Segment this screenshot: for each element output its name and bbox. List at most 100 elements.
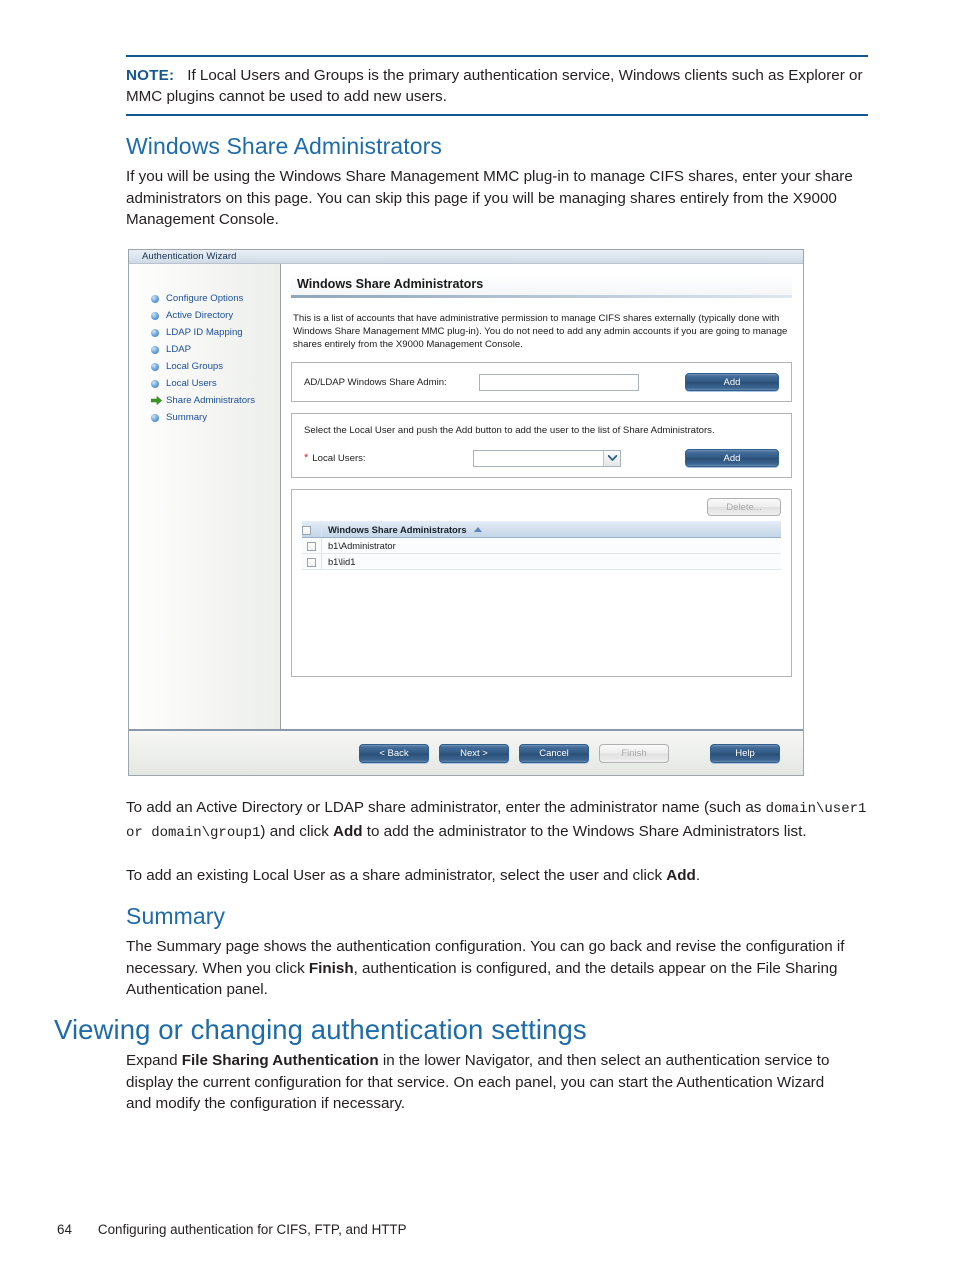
sidebar-item-label: Local Users — [166, 378, 217, 389]
panel-title: Windows Share Administrators — [291, 275, 792, 295]
sidebar-item-label: LDAP — [166, 344, 192, 355]
text-part: To add an existing Local User as a share… — [126, 867, 667, 884]
bold-add: Add — [666, 867, 696, 884]
table-row[interactable]: b1\Administrator — [302, 537, 781, 554]
heading-viewing-or-changing-authentication-settings: Viewing or changing authentication setti… — [54, 1014, 587, 1045]
dialog-titlebar: Authentication Wizard — [129, 250, 803, 264]
row-select-cell[interactable] — [302, 537, 322, 554]
wizard-step-list: Configure Options Active Directory LDAP … — [129, 264, 281, 729]
row-select-cell[interactable] — [302, 553, 322, 570]
page-footer: 64 Configuring authentication for CIFS, F… — [57, 1222, 407, 1237]
paragraph-share-admins-intro: If you will be using the Windows Share M… — [126, 168, 853, 228]
green-arrow-icon — [151, 396, 162, 405]
sidebar-item-configure-options[interactable]: Configure Options — [129, 290, 280, 307]
paragraph-summary: The Summary page shows the authenticatio… — [126, 936, 856, 1001]
row-name-cell: b1\lid1 — [321, 553, 781, 570]
sidebar-item-local-users[interactable]: Local Users — [129, 375, 280, 392]
help-button[interactable]: Help — [710, 743, 780, 763]
text-part: to add the administrator to the Windows … — [362, 822, 807, 840]
add-ad-ldap-admin-button[interactable]: Add — [685, 373, 779, 391]
column-header-label: Windows Share Administrators — [328, 524, 467, 535]
note-text: If Local Users and Groups is the primary… — [126, 67, 863, 105]
sidebar-item-share-administrators[interactable]: Share Administrators — [129, 392, 280, 409]
panel-description: This is a list of accounts that have adm… — [293, 313, 788, 350]
note-bottom-rule — [126, 114, 868, 116]
local-users-row: * Local Users: Add — [304, 449, 779, 467]
figure-authentication-wizard-screenshot: Authentication Wizard Configure Options … — [128, 249, 804, 776]
sidebar-item-ldap[interactable]: LDAP — [129, 341, 280, 358]
heading-summary: Summary — [126, 903, 226, 929]
note-label: NOTE: — [126, 67, 175, 84]
dialog-button-bar: < Back Next > Cancel Finish Help — [129, 729, 803, 775]
row-checkbox[interactable] — [307, 541, 316, 551]
page-footer-text: Configuring authentication for CIFS, FTP… — [97, 1222, 407, 1237]
sidebar-item-label: Local Groups — [166, 361, 224, 372]
finish-button[interactable]: Finish — [599, 743, 669, 763]
sidebar-item-label: Active Directory — [166, 310, 234, 321]
text-part: . — [695, 867, 701, 884]
text-part: To add an Active Directory or LDAP share… — [126, 799, 766, 816]
local-users-label: Local Users: — [312, 452, 366, 464]
row-name-label: b1\Administrator — [328, 540, 396, 551]
sidebar-item-active-directory[interactable]: Active Directory — [129, 307, 280, 324]
add-local-user-button[interactable]: Add — [685, 449, 779, 467]
local-users-group: Select the Local User and push the Add b… — [291, 413, 792, 478]
cancel-button[interactable]: Cancel — [519, 743, 589, 763]
delete-button[interactable]: Delete... — [707, 498, 781, 516]
heading-windows-share-administrators: Windows Share Administrators — [126, 133, 442, 159]
share-administrators-table: Windows Share Administrators b1\Administ… — [302, 521, 781, 570]
sidebar-item-ldap-id-mapping[interactable]: LDAP ID Mapping — [129, 324, 280, 341]
panel-title-rule — [291, 295, 792, 298]
bold-finish: Finish — [308, 959, 354, 977]
table-row[interactable]: b1\lid1 — [302, 553, 781, 570]
sidebar-item-local-groups[interactable]: Local Groups — [129, 358, 280, 375]
bullet-icon — [151, 413, 159, 422]
document-page: NOTE: If Local Users and Groups is the pr… — [0, 0, 954, 1271]
bullet-icon — [151, 362, 159, 371]
next-button[interactable]: Next > — [439, 743, 509, 763]
dialog-main: Configure Options Active Directory LDAP … — [129, 264, 803, 729]
ad-ldap-group: AD/LDAP Windows Share Admin: Add — [291, 362, 792, 402]
sidebar-item-label: LDAP ID Mapping — [166, 327, 243, 338]
list-toolbar: Delete... — [302, 498, 781, 516]
select-all-header[interactable] — [302, 521, 322, 538]
bullet-icon — [151, 345, 159, 354]
paragraph-add-ad-ldap-admin: To add an Active Directory or LDAP share… — [126, 797, 870, 844]
required-marker: * — [304, 452, 309, 464]
text-part: ) and click — [260, 822, 334, 840]
column-header-windows-share-administrators[interactable]: Windows Share Administrators — [321, 521, 781, 538]
row-name-label: b1\lid1 — [328, 556, 356, 567]
share-administrators-listbox: Delete... Windows Share Administrators b… — [291, 489, 792, 677]
ad-ldap-row: AD/LDAP Windows Share Admin: Add — [304, 373, 779, 391]
back-button[interactable]: < Back — [359, 743, 429, 763]
local-users-hint: Select the Local User and push the Add b… — [304, 425, 715, 436]
select-all-checkbox[interactable] — [302, 525, 311, 535]
ad-ldap-label: AD/LDAP Windows Share Admin: — [304, 376, 447, 388]
text-part: Expand — [126, 1052, 182, 1069]
sidebar-item-label: Summary — [166, 412, 208, 423]
local-users-select[interactable] — [473, 449, 622, 467]
bullet-icon — [151, 294, 159, 303]
row-name-cell: b1\Administrator — [321, 537, 781, 554]
dialog-body: Configure Options Active Directory LDAP … — [129, 264, 803, 775]
note-body: NOTE: If Local Users and Groups is the pr… — [126, 57, 868, 114]
page-number: 64 — [57, 1222, 72, 1237]
sidebar-item-summary[interactable]: Summary — [129, 409, 280, 426]
sort-ascending-icon — [474, 527, 483, 532]
bullet-icon — [151, 328, 159, 337]
local-users-select-value — [474, 451, 603, 466]
bold-add: Add — [333, 822, 363, 840]
ad-ldap-share-admin-input[interactable] — [479, 373, 639, 391]
row-checkbox[interactable] — [307, 557, 316, 567]
paragraph-viewing-settings: Expand File Sharing Authentication in th… — [126, 1050, 842, 1115]
table-header-row: Windows Share Administrators — [302, 521, 781, 538]
paragraph-add-local-user-admin: To add an existing Local User as a share… — [126, 865, 870, 887]
bullet-icon — [151, 311, 159, 320]
bold-file-sharing-authentication: File Sharing Authentication — [181, 1052, 379, 1069]
note-block: NOTE: If Local Users and Groups is the pr… — [126, 55, 868, 116]
wizard-page-content: Windows Share Administrators This is a l… — [281, 264, 803, 729]
bullet-icon — [151, 379, 159, 388]
chevron-down-icon[interactable] — [603, 450, 621, 466]
dialog-title: Authentication Wizard — [142, 251, 237, 262]
sidebar-item-label: Configure Options — [166, 293, 244, 304]
